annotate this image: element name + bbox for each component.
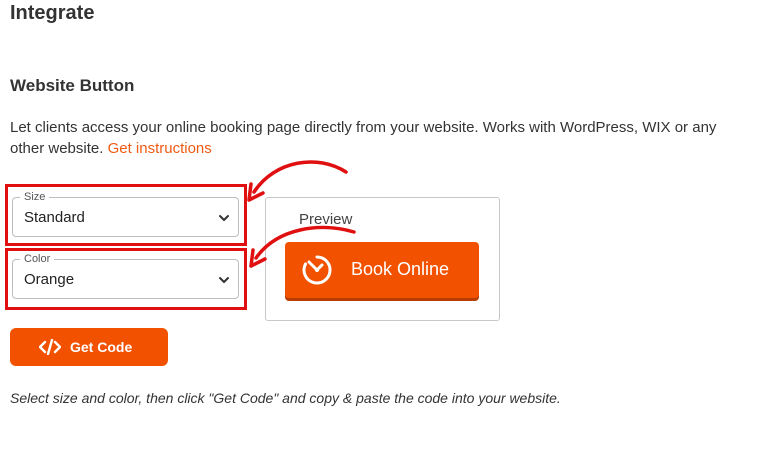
page-title: Integrate [10, 2, 95, 24]
book-online-button[interactable]: Book Online [285, 242, 479, 298]
book-online-label: Book Online [351, 259, 450, 279]
get-code-label: Get Code [70, 339, 133, 355]
section-description: Let clients access your online booking p… [10, 117, 750, 159]
color-select-label: Color [20, 252, 55, 266]
chevron-down-icon [219, 215, 229, 221]
preview-label: Preview [299, 211, 353, 228]
arrow-to-size-icon [252, 160, 348, 194]
get-instructions-link[interactable]: Get instructions [108, 140, 212, 157]
arrow-to-size-head [247, 182, 265, 202]
code-icon [39, 339, 61, 355]
instructions-hint: Select size and color, then click "Get C… [10, 390, 561, 406]
chevron-down-icon [219, 277, 229, 283]
arrow-to-color-head [249, 248, 267, 268]
get-code-button[interactable]: Get Code [10, 328, 168, 366]
clock-icon [302, 255, 332, 285]
size-select[interactable]: Size Standard [12, 190, 239, 237]
size-select-label: Size [20, 190, 50, 204]
size-select-value: Standard [24, 209, 85, 226]
color-select[interactable]: Color Orange [12, 252, 239, 299]
color-select-value: Orange [24, 271, 75, 288]
section-title: Website Button [10, 76, 135, 95]
